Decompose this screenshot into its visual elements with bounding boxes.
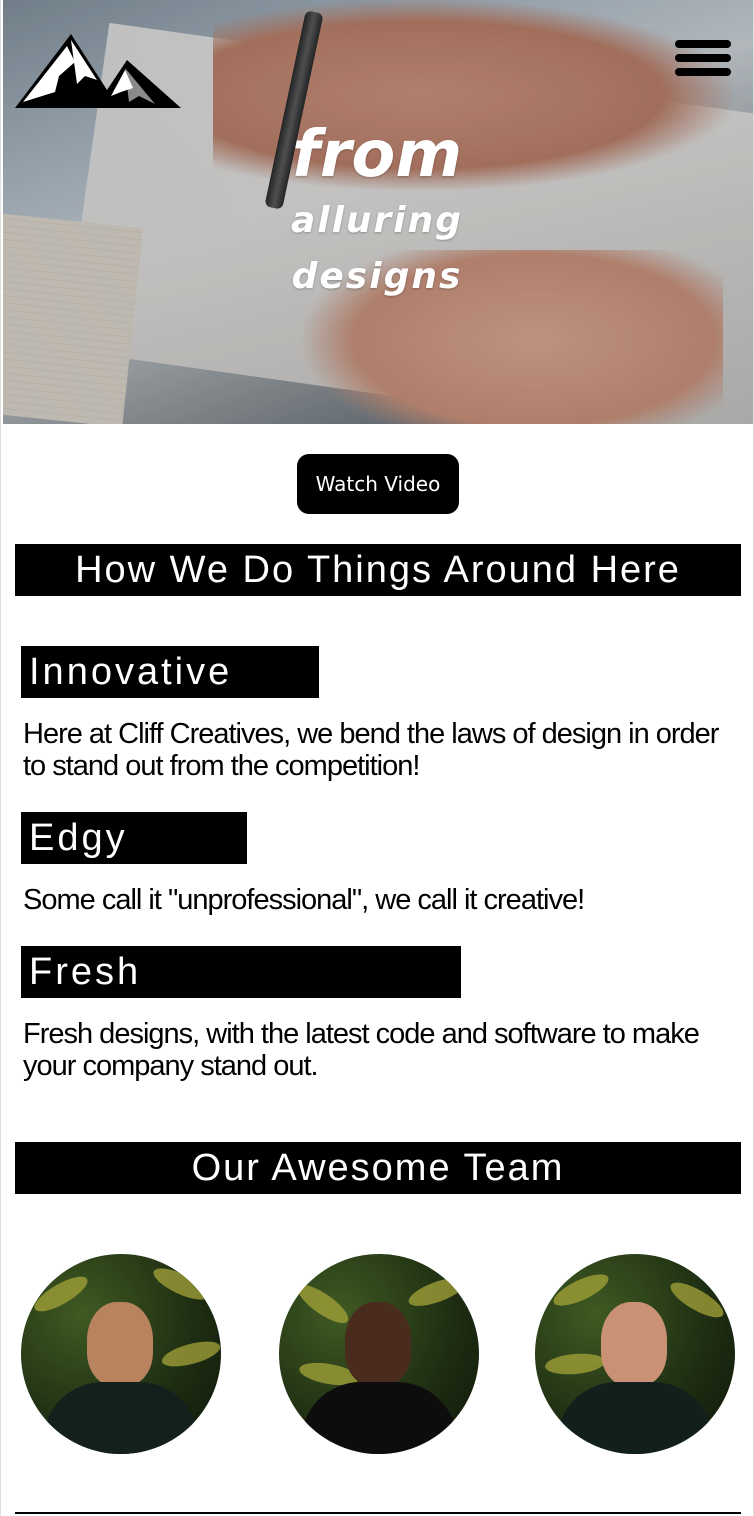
approach-item-text-edgy: Some call it "unprofessional", we call i…: [23, 884, 585, 916]
hero-tagline-line1: from: [291, 118, 463, 192]
approach-item-text-innovative: Here at Cliff Creatives, we bend the law…: [23, 718, 719, 782]
menu-bar: [675, 40, 731, 48]
team-member-avatar-1[interactable]: [21, 1254, 221, 1454]
footer-divider: [15, 1512, 741, 1514]
menu-bar: [675, 68, 731, 76]
watch-video-button[interactable]: Watch Video: [297, 454, 459, 514]
menu-bar: [675, 54, 731, 62]
team-member-avatar-2[interactable]: [279, 1254, 479, 1454]
mountain-logo-icon[interactable]: [15, 32, 183, 115]
hero-tagline-line3: designs: [291, 256, 463, 297]
approach-item-title-edgy: Edgy: [21, 812, 247, 864]
team-member-avatar-3[interactable]: [535, 1254, 735, 1454]
approach-item-text-fresh: Fresh designs, with the latest code and …: [23, 1018, 700, 1082]
hamburger-menu-icon[interactable]: [675, 40, 731, 82]
approach-item-title-fresh: Fresh: [21, 946, 461, 998]
approach-item-title-innovative: Innovative: [21, 646, 319, 698]
approach-heading: How We Do Things Around Here: [15, 544, 741, 596]
hero-tagline-line2: alluring: [290, 200, 464, 241]
team-heading: Our Awesome Team: [15, 1142, 741, 1194]
